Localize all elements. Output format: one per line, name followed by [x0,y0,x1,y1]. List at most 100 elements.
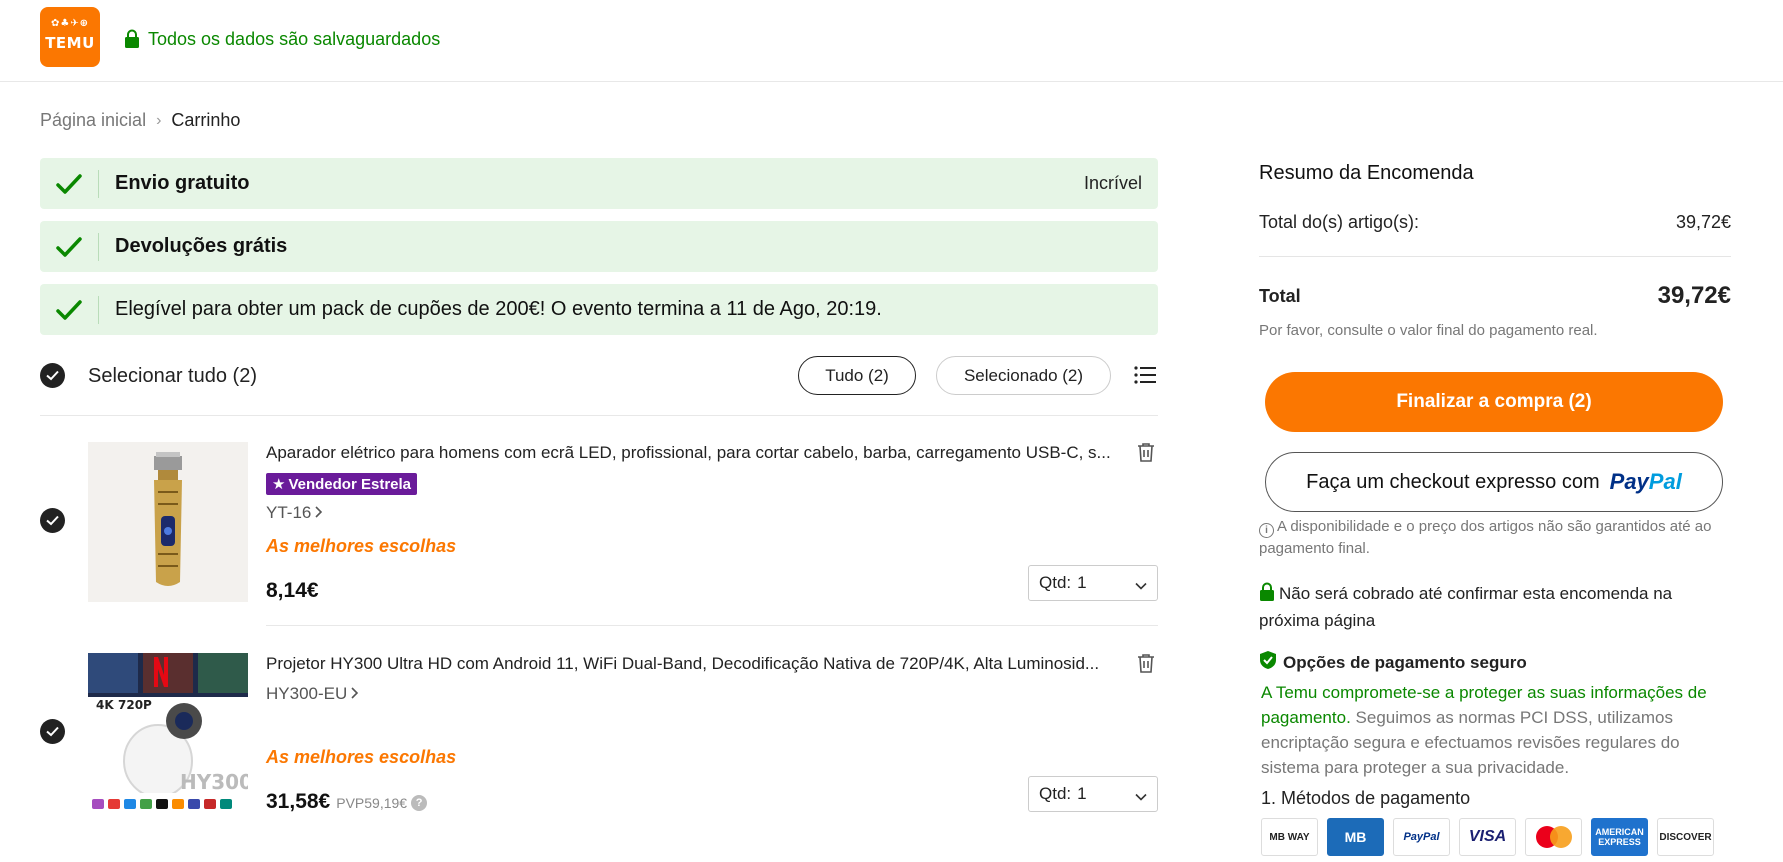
item-price: 31,58€ PVP59,19€ ? [266,790,428,814]
variant-label: HY300-EU [266,684,348,703]
quantity-select[interactable]: Qtd: 1 [1028,565,1158,601]
paypal-express-button[interactable]: Faça um checkout expresso com PayPal [1265,452,1723,512]
banner-right-text: Incrível [1083,173,1142,193]
availability-text: A disponibilidade e o preço dos artigos … [1259,518,1712,557]
banner-divider [98,295,99,324]
item-title[interactable]: Aparador elétrico para homens com ecrã L… [266,443,1116,463]
select-all-label[interactable]: Selecionar tudo (2) [88,365,257,388]
select-all-checkbox[interactable] [40,363,65,388]
secure-message: Todos os dados são salvaguardados [124,26,440,52]
amex-icon: AMERICAN EXPRESS [1591,818,1648,856]
shield-check-icon [1259,650,1277,675]
product-image-projector[interactable]: 4K 720P HY300 [88,653,248,813]
quantity-value: 1 [1077,784,1087,803]
thumb-model: HY300 [180,770,248,794]
chevron-right-icon [351,684,359,704]
charge-note: Não será cobrado até confirmar esta enco… [1259,582,1731,633]
item-price-value: 31,58€ [266,790,331,813]
payment-note: Por favor, consulte o valor final do pag… [1259,322,1598,339]
banner-text: Elegível para obter um pack de cupões de… [115,298,882,320]
total-row: Total 39,72€ [1259,282,1731,310]
list-view-icon[interactable] [1134,365,1156,385]
breadcrumb-current: Carrinho [171,110,241,130]
logo-glyphs: ✿♣✈⊕ [50,18,90,29]
temu-logo[interactable]: ✿♣✈⊕ TEMU [40,7,100,67]
lock-icon [124,29,140,49]
info-icon: i [1259,523,1274,538]
checkout-button[interactable]: Finalizar a compra (2) [1265,372,1723,432]
charge-note-text: Não será cobrado até confirmar esta enco… [1259,584,1673,630]
help-icon[interactable]: ? [411,795,428,811]
chevron-down-icon [1135,577,1147,590]
check-icon [40,284,98,335]
select-all-row: Selecionar tudo (2) Tudo (2) Selecionado… [40,352,1158,416]
star-seller-badge: ★ Vendedor Estrela [266,473,418,495]
breadcrumb-separator: › [156,111,162,129]
breadcrumb: Página inicial › Carrinho [40,110,240,131]
express-label: Faça um checkout expresso com [1306,470,1600,493]
secure-description: A Temu compromete-se a proteger as suas … [1261,680,1731,780]
item-separator [266,625,1158,626]
banner-coupon-pack: Elegível para obter um pack de cupões de… [40,284,1158,335]
item-checkbox[interactable] [40,508,65,533]
item-title[interactable]: Projetor HY300 Ultra HD com Android 11, … [266,654,1116,674]
item-price-value: 8,14€ [266,579,319,602]
rrp-value: PVP59,19€ [336,795,408,811]
tab-selected[interactable]: Selecionado (2) [936,356,1111,395]
trash-icon[interactable] [1137,653,1155,673]
item-price: 8,14€ [266,579,319,603]
breadcrumb-home[interactable]: Página inicial [40,110,146,131]
multibanco-icon: MB [1327,818,1384,856]
item-variant[interactable]: HY300-EU [266,684,359,704]
star-icon: ★ [272,476,286,493]
items-total-label: Total do(s) artigo(s): [1259,212,1420,232]
best-choice-tag: As melhores escolhas [266,536,457,556]
secure-title-text: Opções de pagamento seguro [1283,652,1527,672]
quantity-select[interactable]: Qtd: 1 [1028,776,1158,812]
cart-item: Aparador elétrico para homens com ecrã L… [40,440,1158,626]
mbway-icon: MB WAY [1261,818,1318,856]
secure-message-text: Todos os dados são salvaguardados [148,28,441,49]
thumb-720p: 720P [118,698,152,712]
summary-divider [1259,256,1731,257]
discover-icon: DISCOVER [1657,818,1714,856]
quantity-value: 1 [1077,573,1087,592]
rrp-price: PVP59,19€ ? [336,795,428,811]
quantity-label: Qtd: [1039,784,1072,803]
logo-text: TEMU [45,34,95,52]
banner-free-returns: Devoluções grátis [40,221,1158,272]
availability-note: iA disponibilidade e o preço dos artigos… [1259,516,1731,559]
paypal-logo: PayPal [1610,469,1682,495]
banner-text: Devoluções grátis [115,235,288,257]
tab-all[interactable]: Tudo (2) [798,356,916,395]
paypal-logo-pal: Pal [1648,469,1682,494]
mastercard-icon [1525,818,1582,856]
items-total-value: 39,72€ [1675,212,1731,232]
total-label: Total [1259,285,1301,306]
banner-free-shipping: Envio gratuito Incrível [40,158,1158,209]
banner-divider [98,232,99,261]
check-icon [40,158,98,209]
trash-icon[interactable] [1137,442,1155,462]
thumb-4k: 4K [96,698,114,712]
cart-item: 4K 720P HY300 Projetor HY300 Ultra HD co… [40,651,1158,821]
items-total-row: Total do(s) artigo(s): 39,72€ [1259,212,1731,233]
summary-title: Resumo da Encomenda [1259,162,1474,184]
chevron-right-icon [315,503,323,523]
banner-divider [98,169,99,198]
quantity-label: Qtd: [1039,573,1072,592]
banner-text: Envio gratuito [115,172,250,194]
item-checkbox[interactable] [40,719,65,744]
total-value: 39,72€ [1657,282,1731,309]
paypal-icon: PayPal [1393,818,1450,856]
product-image-trimmer[interactable] [88,442,248,602]
payment-methods: MB WAY MB PayPal VISA AMERICAN EXPRESS D… [1261,818,1714,856]
chevron-down-icon [1135,788,1147,801]
badge-text: Vendedor Estrela [288,475,412,493]
visa-icon: VISA [1459,818,1516,856]
item-variant[interactable]: YT-16 [266,503,323,523]
payment-methods-title: 1. Métodos de pagamento [1261,788,1471,808]
best-choice-tag: As melhores escolhas [266,747,457,767]
paypal-logo-pay: Pay [1609,469,1649,494]
variant-label: YT-16 [266,503,312,522]
